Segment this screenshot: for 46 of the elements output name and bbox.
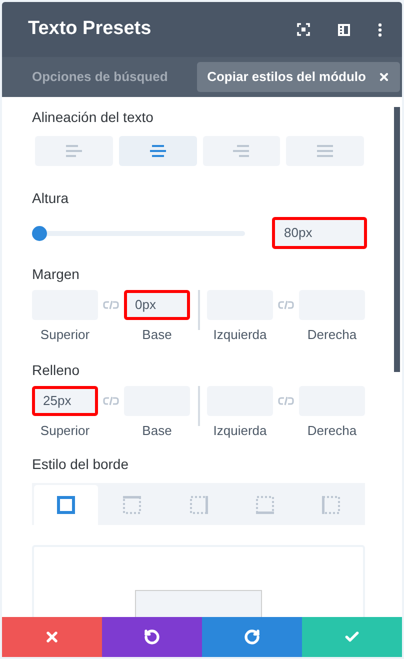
link-icon[interactable] bbox=[103, 396, 119, 406]
border-top-icon bbox=[123, 496, 142, 514]
link-icon[interactable] bbox=[103, 300, 119, 310]
field-label: Derecha bbox=[307, 326, 357, 344]
field-label: Superior bbox=[40, 422, 90, 440]
slider-thumb[interactable] bbox=[32, 226, 47, 240]
close-icon[interactable] bbox=[378, 71, 390, 83]
align-center-icon bbox=[150, 145, 166, 157]
field-label: Derecha bbox=[307, 422, 357, 440]
field-label: Base bbox=[142, 422, 172, 440]
close-icon bbox=[44, 629, 60, 645]
alignment-button[interactable] bbox=[202, 136, 280, 166]
more-options-icon[interactable] bbox=[378, 22, 382, 36]
align-right-icon bbox=[233, 145, 250, 157]
section-label: Altura bbox=[32, 189, 70, 208]
section-label: Estilo del borde bbox=[32, 455, 130, 474]
redo-icon bbox=[244, 629, 260, 645]
text-field[interactable]: 25px bbox=[32, 386, 98, 416]
alignment-button[interactable] bbox=[35, 136, 113, 166]
panel-title: Texto Presets bbox=[28, 17, 152, 42]
border-left-icon bbox=[322, 496, 340, 514]
link-icon[interactable] bbox=[278, 300, 294, 310]
sidebar-layout-icon[interactable] bbox=[338, 24, 350, 36]
field-label: Superior bbox=[40, 326, 90, 344]
undo-icon bbox=[144, 629, 160, 645]
section-label: Alineación del texto bbox=[32, 108, 154, 127]
undo-button[interactable] bbox=[102, 617, 202, 657]
align-left-icon bbox=[66, 145, 82, 157]
alignment-button[interactable] bbox=[118, 136, 196, 166]
border-right-icon bbox=[190, 496, 208, 514]
text-field[interactable]: 0px bbox=[124, 290, 190, 320]
field-label: Izquierda bbox=[213, 326, 267, 344]
section-label: Margen bbox=[32, 265, 80, 284]
align-justify-icon bbox=[317, 145, 334, 157]
border-side-button[interactable] bbox=[34, 485, 98, 525]
solid-square-icon bbox=[57, 496, 76, 514]
field-label: Base bbox=[142, 326, 172, 344]
field-label: Izquierda bbox=[213, 422, 267, 440]
link-icon[interactable] bbox=[278, 396, 294, 406]
height-field[interactable]: 80px bbox=[272, 217, 367, 249]
focus-icon[interactable] bbox=[297, 23, 310, 36]
alignment-button[interactable] bbox=[286, 136, 364, 166]
border-bottom-icon bbox=[256, 496, 274, 514]
tab[interactable]: Copiar estilos del módulo bbox=[197, 62, 400, 92]
section-label: Relleno bbox=[32, 360, 80, 380]
redo-button[interactable] bbox=[202, 617, 302, 657]
